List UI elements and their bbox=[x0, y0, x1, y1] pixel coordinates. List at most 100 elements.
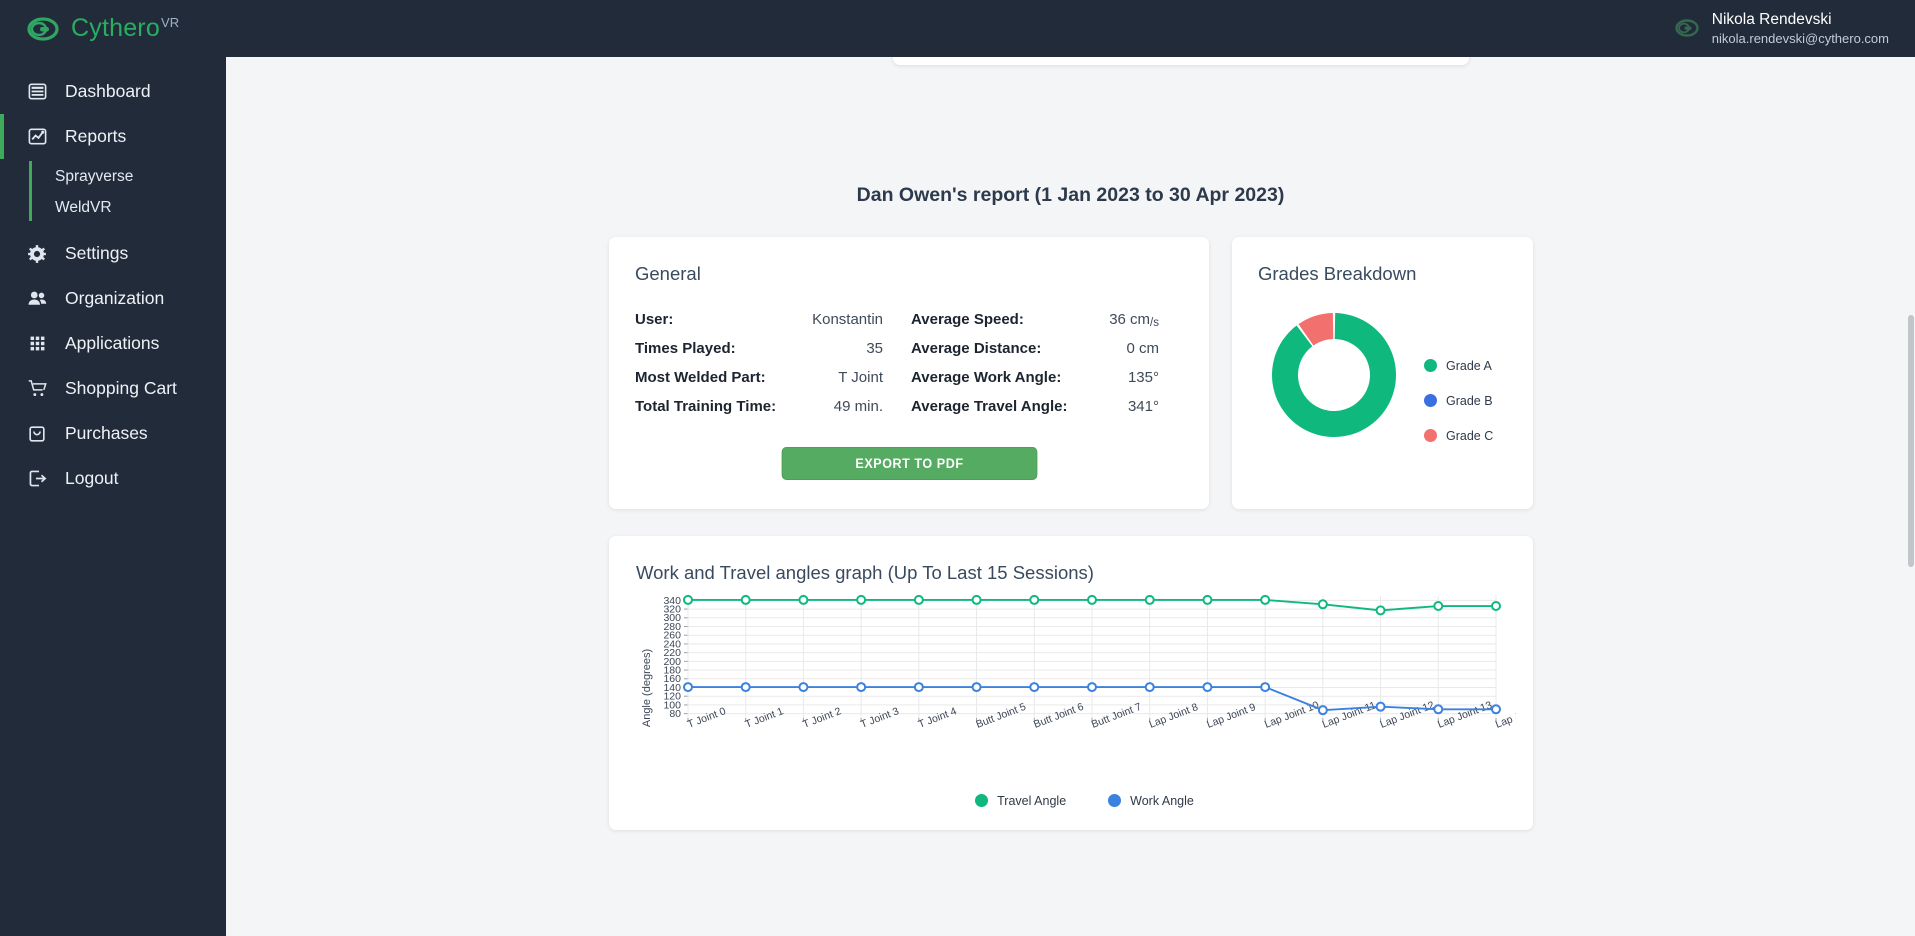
series-point[interactable] bbox=[971, 682, 982, 693]
stat-row: Total Training Time: 49 min. bbox=[635, 398, 883, 427]
dashboard-icon bbox=[26, 81, 48, 103]
legend-label: Grade C bbox=[1446, 428, 1494, 443]
main-content: Dan Owen's report (1 Jan 2023 to 30 Apr … bbox=[226, 57, 1915, 936]
stat-row: Average Work Angle: 135° bbox=[911, 369, 1159, 398]
chart-y-axis-label: Angle (degrees) bbox=[641, 649, 653, 727]
general-stats-right: Average Speed: 36 cm/s Average Distance:… bbox=[911, 311, 1159, 427]
sidebar-item-shopping-cart[interactable]: Shopping Cart bbox=[0, 366, 226, 411]
series-point[interactable] bbox=[1029, 682, 1040, 693]
series-point[interactable] bbox=[1433, 601, 1444, 612]
series-point[interactable] bbox=[1144, 594, 1155, 605]
sidebar-item-logout[interactable]: Logout bbox=[0, 456, 226, 501]
series-point[interactable] bbox=[683, 594, 693, 605]
series-point[interactable] bbox=[740, 594, 751, 605]
x-axis-tick-label: Lap Joint 11 bbox=[1321, 699, 1378, 730]
series-point[interactable] bbox=[1317, 599, 1328, 610]
user-account[interactable]: Nikola Rendevski nikola.rendevski@cyther… bbox=[1674, 10, 1915, 48]
general-card: General User: Konstantin Times Played: 3… bbox=[609, 237, 1209, 509]
general-stats: User: Konstantin Times Played: 35 Most W… bbox=[635, 311, 1183, 427]
series-point[interactable] bbox=[856, 594, 867, 605]
reports-subnav: Sprayverse WeldVR bbox=[0, 159, 226, 231]
gear-icon bbox=[26, 243, 48, 265]
partial-card-above bbox=[893, 57, 1469, 65]
box-icon bbox=[26, 423, 48, 445]
legend-item[interactable]: Grade B bbox=[1424, 390, 1493, 411]
series-point[interactable] bbox=[1260, 682, 1271, 693]
sidebar-item-reports[interactable]: Reports bbox=[0, 114, 226, 159]
series-point[interactable] bbox=[1087, 594, 1097, 605]
general-stats-left: User: Konstantin Times Played: 35 Most W… bbox=[635, 311, 883, 427]
grades-donut-chart bbox=[1272, 313, 1396, 437]
stat-value: 35 bbox=[866, 340, 883, 357]
cart-icon bbox=[26, 378, 48, 400]
series-point[interactable] bbox=[913, 594, 924, 605]
sidebar-subitem-sprayverse[interactable]: Sprayverse bbox=[0, 161, 226, 192]
series-point[interactable] bbox=[1317, 705, 1328, 716]
series-point[interactable] bbox=[1202, 682, 1213, 693]
top-bar: CytheroVR Nikola Rendevski nikola.rendev… bbox=[0, 0, 1915, 57]
series-point[interactable] bbox=[1375, 605, 1386, 616]
stat-row: Most Welded Part: T Joint bbox=[635, 369, 883, 398]
summary-cards-row: General User: Konstantin Times Played: 3… bbox=[226, 237, 1915, 509]
x-axis-tick-label: Lap Joint 12 bbox=[1378, 699, 1436, 731]
series-point[interactable] bbox=[683, 682, 693, 693]
series-point[interactable] bbox=[971, 594, 982, 605]
legend-label: Travel Angle bbox=[997, 793, 1067, 808]
series-point[interactable] bbox=[798, 594, 809, 605]
legend-item[interactable]: Work Angle bbox=[1108, 790, 1194, 811]
stat-row: User: Konstantin bbox=[635, 311, 883, 340]
stat-key: Total Training Time: bbox=[635, 398, 777, 415]
series-point[interactable] bbox=[798, 682, 809, 693]
scrollbar-thumb[interactable] bbox=[1908, 315, 1914, 567]
stat-key: Times Played: bbox=[635, 340, 736, 357]
series-point[interactable] bbox=[913, 682, 924, 693]
page-scrollbar[interactable] bbox=[1907, 57, 1915, 936]
series-point[interactable] bbox=[1491, 704, 1501, 715]
logout-icon bbox=[26, 468, 48, 490]
stat-row: Average Travel Angle: 341° bbox=[911, 398, 1159, 427]
avatar bbox=[1674, 15, 1700, 41]
grades-donut-area: Grade A Grade B Grade C bbox=[1258, 307, 1533, 460]
series-point[interactable] bbox=[1087, 682, 1097, 693]
stat-value: 0 cm bbox=[1126, 340, 1159, 357]
stat-value-unit: /s bbox=[1150, 317, 1159, 329]
series-point[interactable] bbox=[1260, 594, 1271, 605]
grid-apps-icon bbox=[26, 333, 48, 355]
sidebar-item-dashboard[interactable]: Dashboard bbox=[0, 69, 226, 114]
export-to-pdf-button[interactable]: EXPORT TO PDF bbox=[781, 447, 1037, 480]
legend-item[interactable]: Travel Angle bbox=[975, 790, 1066, 811]
sidebar-subitem-weldvr[interactable]: WeldVR bbox=[0, 192, 226, 223]
sidebar-item-purchases[interactable]: Purchases bbox=[0, 411, 226, 456]
series-point[interactable] bbox=[1144, 682, 1155, 693]
stat-value: 135° bbox=[1127, 369, 1159, 386]
user-name: Nikola Rendevski bbox=[1711, 10, 1832, 28]
chart-y-axis: 8010012014016018020022024026028030032034… bbox=[663, 595, 688, 720]
series-point[interactable] bbox=[1202, 594, 1213, 605]
legend-color-dot bbox=[975, 794, 989, 807]
sidebar-item-label: Purchases bbox=[65, 423, 148, 443]
legend-item[interactable]: Grade A bbox=[1424, 355, 1493, 376]
stat-value: Konstantin bbox=[812, 311, 883, 328]
legend-item[interactable]: Grade C bbox=[1424, 425, 1493, 446]
grades-card-title: Grades Breakdown bbox=[1258, 263, 1417, 284]
sidebar-item-label: Shopping Cart bbox=[65, 378, 177, 398]
series-point[interactable] bbox=[1375, 701, 1386, 712]
series-point[interactable] bbox=[1433, 704, 1444, 715]
series-point[interactable] bbox=[856, 682, 867, 693]
series-point[interactable] bbox=[740, 682, 751, 693]
brand[interactable]: CytheroVR bbox=[0, 12, 226, 46]
legend-color-dot bbox=[1108, 794, 1122, 807]
series-point[interactable] bbox=[1491, 601, 1501, 612]
page-title: Dan Owen's report (1 Jan 2023 to 30 Apr … bbox=[856, 184, 1285, 206]
donut-slice[interactable] bbox=[1272, 313, 1396, 437]
sidebar-subitem-label: WeldVR bbox=[55, 198, 112, 216]
grades-card: Grades Breakdown Grade A Grade B Grade C bbox=[1232, 237, 1533, 509]
series-point[interactable] bbox=[1029, 594, 1040, 605]
sidebar-item-applications[interactable]: Applications bbox=[0, 321, 226, 366]
legend-color-dot bbox=[1424, 429, 1437, 442]
x-axis-tick-label: T Joint 3 bbox=[859, 705, 901, 731]
sidebar-item-settings[interactable]: Settings bbox=[0, 231, 226, 276]
stat-value: 49 min. bbox=[833, 398, 883, 415]
sidebar-item-label: Applications bbox=[65, 333, 160, 353]
sidebar-item-organization[interactable]: Organization bbox=[0, 276, 226, 321]
